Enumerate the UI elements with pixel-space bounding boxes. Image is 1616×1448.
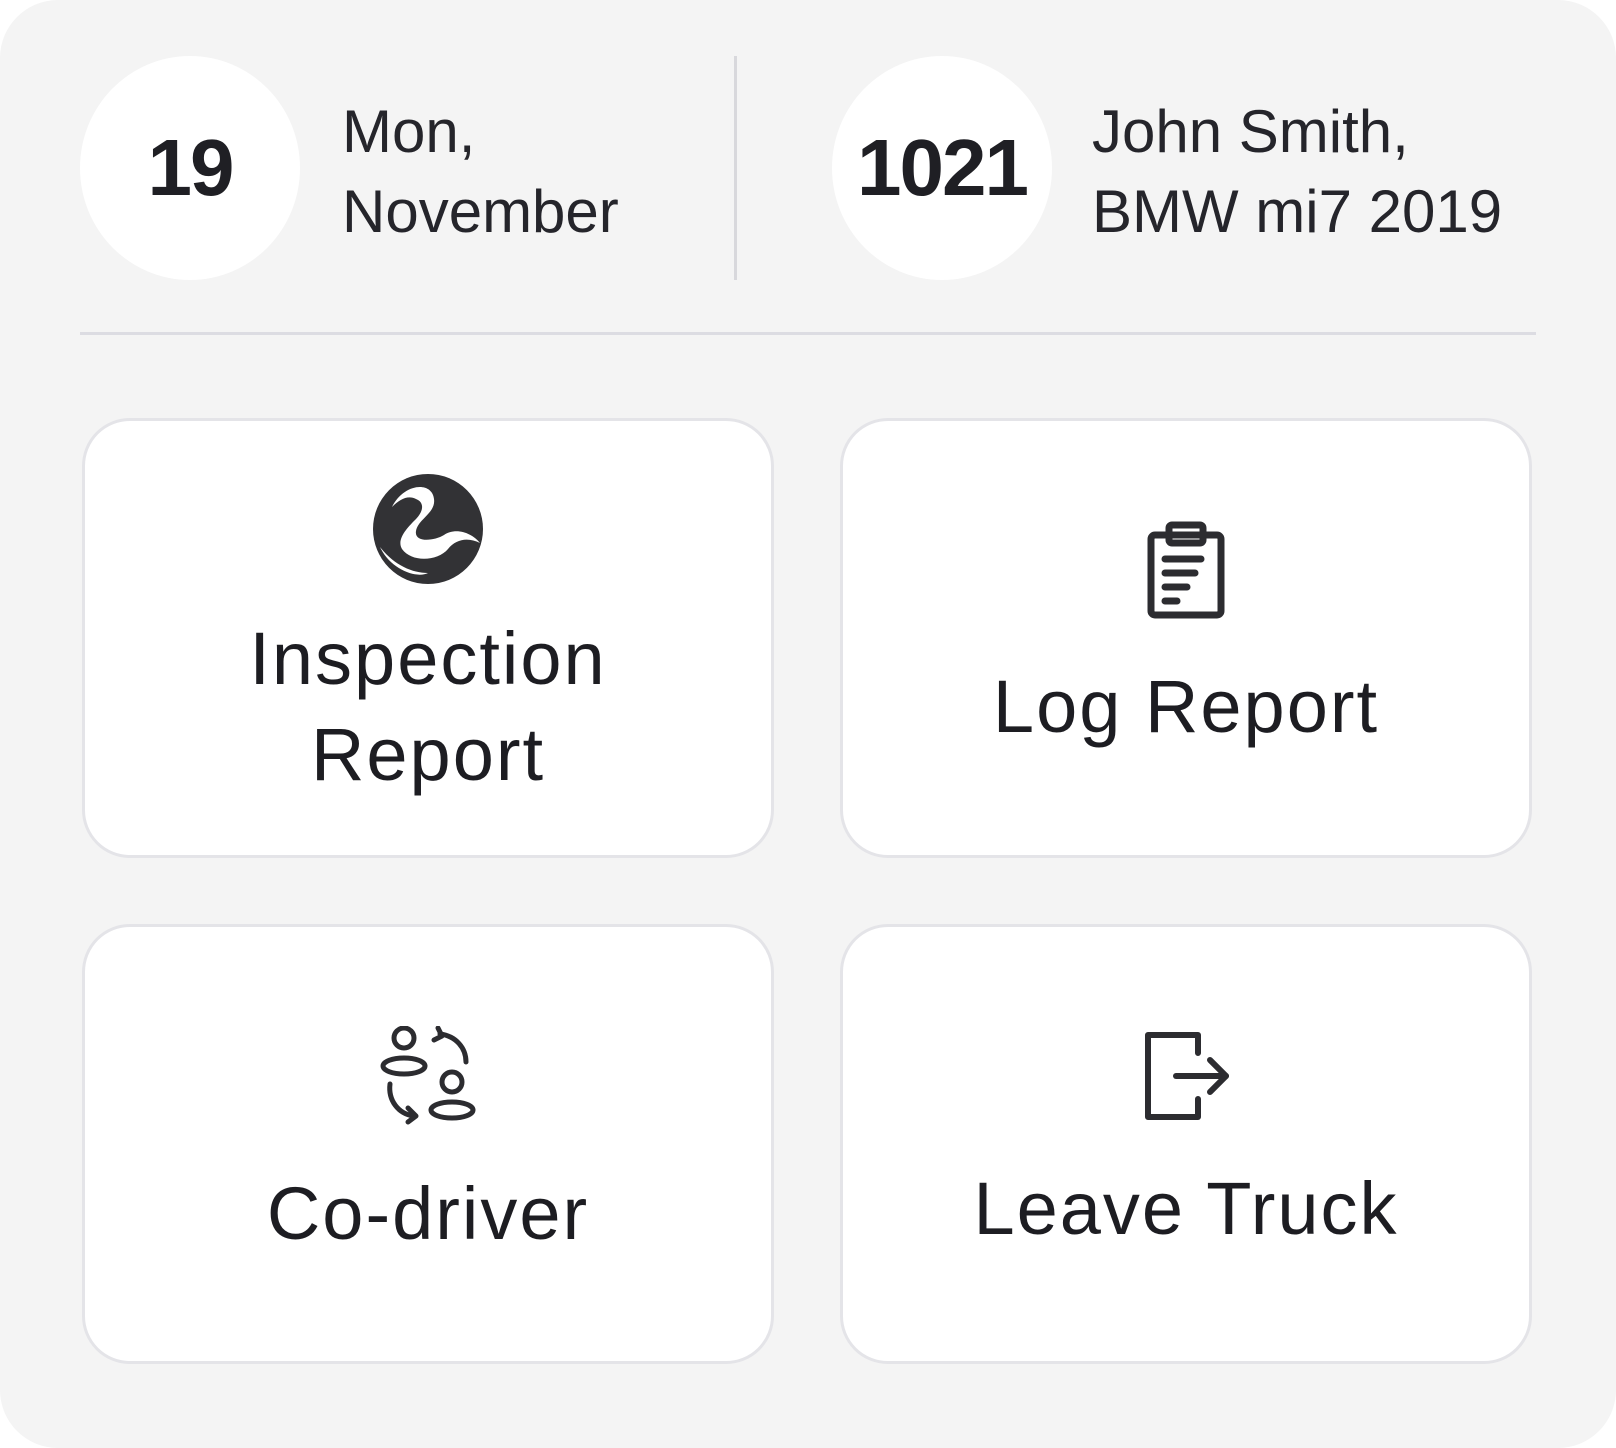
driver-panel: 19 Mon, November 1021 John Smith, BMW mi… [0,0,1616,1448]
day-number: 19 [147,123,235,212]
dot-logo-icon [372,473,484,585]
vehicle-name: BMW mi7 2019 [1092,178,1503,245]
truck-number-badge: 1021 [832,56,1052,280]
inspection-label-line2: Report [310,713,546,796]
day-number-badge: 19 [80,56,300,280]
date-info: Mon, November [342,92,619,252]
exit-icon [1142,1031,1230,1121]
log-report-label: Log Report [992,665,1380,748]
inspection-label-line1: Inspection [249,617,607,700]
inspection-report-button[interactable]: Inspection Report [82,418,774,858]
month-text: November [342,178,619,245]
leave-truck-button[interactable]: Leave Truck [840,924,1532,1364]
swap-users-icon [378,1026,478,1126]
driver-info: John Smith, BMW mi7 2019 [1092,92,1502,252]
clipboard-icon [1147,521,1225,619]
weekday-text: Mon, [342,98,476,165]
inspection-report-label: Inspection Report [249,611,606,803]
truck-number: 1021 [857,123,1029,212]
header: 19 Mon, November 1021 John Smith, BMW mi… [80,56,1536,280]
section-divider [80,332,1536,335]
leave-truck-label: Leave Truck [973,1167,1399,1250]
header-divider [734,56,737,280]
log-report-button[interactable]: Log Report [840,418,1532,858]
co-driver-label: Co-driver [266,1172,590,1255]
co-driver-button[interactable]: Co-driver [82,924,774,1364]
driver-name: John Smith, [1092,98,1409,165]
